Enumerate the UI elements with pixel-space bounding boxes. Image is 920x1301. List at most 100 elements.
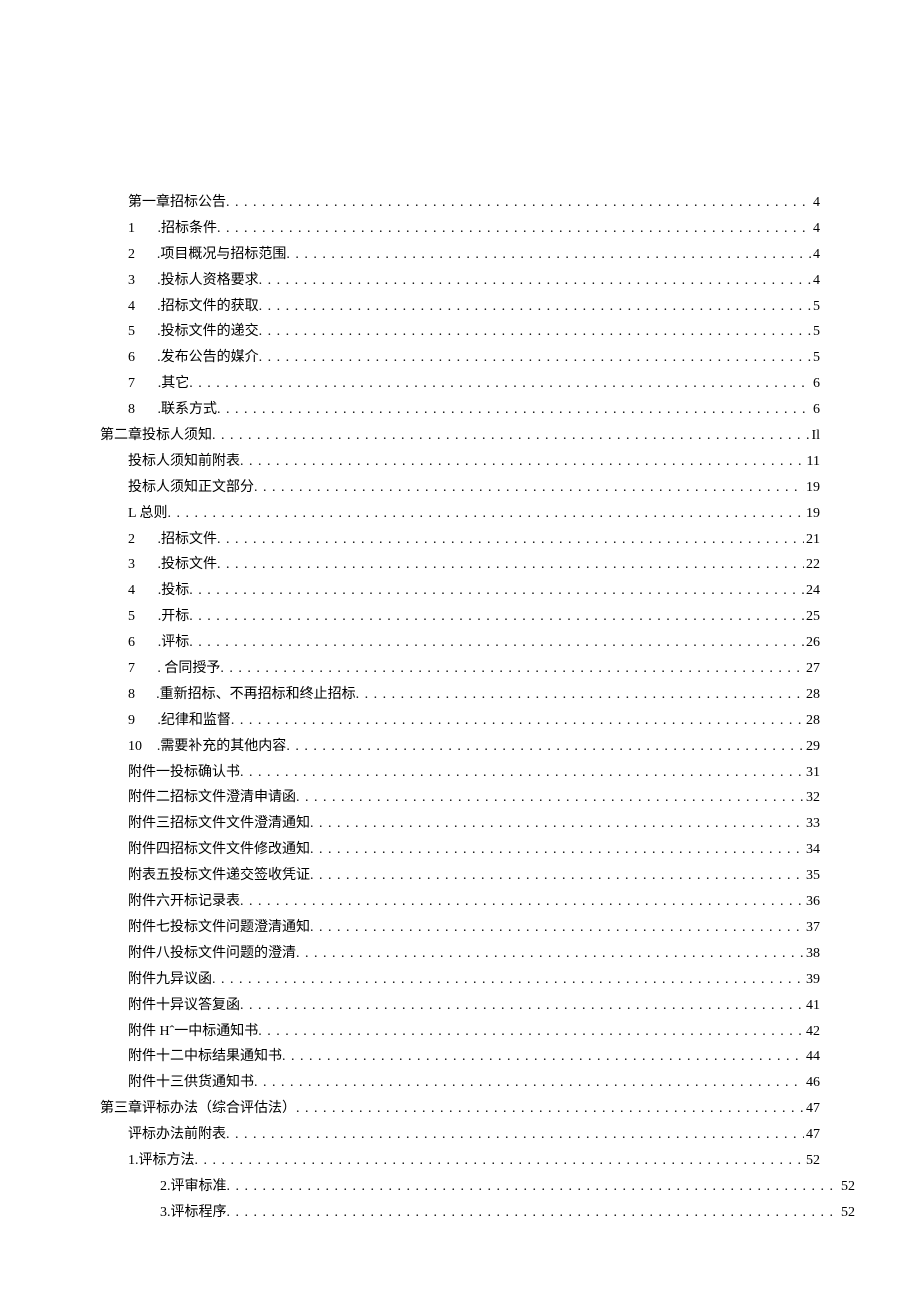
- toc-entry-label: . 合同授予: [157, 656, 220, 682]
- toc-entry: 2.招标文件21: [100, 527, 820, 553]
- toc-entry-page: 29: [804, 734, 820, 760]
- toc-entry-label: 评标办法前附表: [128, 1122, 226, 1148]
- toc-dots-leader: [254, 475, 804, 501]
- toc-entry-page: 47: [804, 1122, 820, 1148]
- toc-entry-label: .开标: [158, 604, 190, 630]
- toc-page: 第一章招标公告41.招标条件42.项目概况与招标范围43.投标人资格要求44.招…: [0, 0, 920, 1286]
- toc-dots-leader: [212, 967, 804, 993]
- toc-entry: 7. 合同授予 27: [100, 656, 820, 682]
- toc-entry-page: 47: [804, 1096, 820, 1122]
- toc-dots-leader: [195, 1148, 805, 1174]
- toc-entry-number: 10: [128, 734, 152, 760]
- toc-entry-page: 37: [804, 915, 820, 941]
- toc-entry-label: 附件十异议答复函: [128, 993, 240, 1019]
- toc-dots-leader: [259, 345, 811, 371]
- toc-entry-page: 5: [811, 319, 820, 345]
- toc-dots-leader: [240, 449, 805, 475]
- toc-entry: 附件一投标确认书31: [100, 760, 820, 786]
- toc-dots-leader: [282, 1044, 804, 1070]
- toc-entry-page: 36: [804, 889, 820, 915]
- toc-entry: 8.重新招标、不再招标和终止招标28: [100, 682, 820, 708]
- toc-entry-label: 附件四招标文件文件修改通知: [128, 837, 310, 863]
- toc-entry-page: 6: [811, 371, 820, 397]
- toc-entry-label: .纪律和监督: [157, 708, 231, 734]
- toc-entry-number: 3: [128, 552, 152, 578]
- toc-dots-leader: [258, 1019, 804, 1045]
- toc-entry: 7.其它 6: [100, 371, 820, 397]
- toc-entry-page: 52: [839, 1174, 855, 1200]
- toc-dots-leader: [231, 708, 804, 734]
- toc-entry-label: 1.评标方法: [128, 1148, 195, 1174]
- toc-entry: 附件八投标文件问题的澄清 38: [100, 941, 820, 967]
- toc-entry-label: 投标人须知前附表: [128, 449, 240, 475]
- toc-entry: 投标人须知正文部分19: [100, 475, 820, 501]
- toc-dots-leader: [227, 1174, 840, 1200]
- toc-entry-label: .投标文件的递交: [157, 319, 259, 345]
- toc-entry: 第一章招标公告4: [100, 190, 820, 216]
- toc-entry-page: 4: [811, 242, 820, 268]
- toc-entry: 附件六开标记录表36: [100, 889, 820, 915]
- toc-entry-number: 9: [128, 708, 152, 734]
- toc-dots-leader: [189, 604, 804, 630]
- toc-entry-page: 52: [839, 1200, 855, 1226]
- toc-entry-page: 38: [804, 941, 820, 967]
- toc-entry-page: Il: [809, 423, 820, 449]
- toc-dots-leader: [296, 1096, 804, 1122]
- toc-entry: 1.评标方法 52: [100, 1148, 820, 1174]
- toc-entry-label: 附件七投标文件问题澄清通知: [128, 915, 310, 941]
- toc-entry-page: 41: [804, 993, 820, 1019]
- toc-entry-page: 33: [804, 811, 820, 837]
- toc-entry: 3.评标程序52: [100, 1200, 855, 1226]
- toc-dots-leader: [296, 785, 804, 811]
- toc-dots-leader: [240, 889, 804, 915]
- toc-entry-label: 第三章评标办法（综合评估法）: [100, 1096, 296, 1122]
- toc-entry-page: 27: [804, 656, 820, 682]
- toc-entry-page: 39: [804, 967, 820, 993]
- toc-entry-number: 6: [128, 630, 152, 656]
- toc-entry-label: .其它: [158, 371, 190, 397]
- table-of-contents: 第一章招标公告41.招标条件42.项目概况与招标范围43.投标人资格要求44.招…: [100, 190, 820, 1226]
- toc-entry-page: 32: [804, 785, 820, 811]
- toc-entry-label: 附件二招标文件澄清申请函: [128, 785, 296, 811]
- toc-dots-leader: [356, 682, 804, 708]
- toc-entry: 附件二招标文件澄清申请函 32: [100, 785, 820, 811]
- toc-entry-label: 附件十三供货通知书: [128, 1070, 254, 1096]
- toc-entry-label: 附件三招标文件文件澄清通知: [128, 811, 310, 837]
- toc-entry: 4.招标文件的获取5: [100, 294, 820, 320]
- toc-entry-page: 52: [804, 1148, 820, 1174]
- toc-dots-leader: [296, 941, 804, 967]
- toc-dots-leader: [286, 242, 811, 268]
- toc-entry: 附件三招标文件文件澄清通知 33: [100, 811, 820, 837]
- toc-entry: 投标人须知前附表11: [100, 449, 820, 475]
- toc-entry-label: L 总则: [128, 501, 168, 527]
- toc-entry-label: 附件八投标文件问题的澄清: [128, 941, 296, 967]
- toc-dots-leader: [226, 190, 811, 216]
- toc-entry-page: 25: [804, 604, 820, 630]
- toc-entry-page: 19: [804, 475, 820, 501]
- toc-entry: 3.投标文件22: [100, 552, 820, 578]
- toc-dots-leader: [217, 552, 804, 578]
- toc-dots-leader: [286, 734, 804, 760]
- toc-dots-leader: [189, 630, 804, 656]
- toc-dots-leader: [259, 319, 811, 345]
- toc-entry-label: .招标文件: [157, 527, 217, 553]
- toc-entry-label: .评标: [158, 630, 190, 656]
- toc-entry-label: 第二章投标人须知: [100, 423, 212, 449]
- toc-dots-leader: [217, 397, 811, 423]
- toc-entry-number: 7: [128, 371, 152, 397]
- toc-entry-page: 34: [804, 837, 820, 863]
- toc-entry-page: 5: [811, 294, 820, 320]
- toc-dots-leader: [310, 915, 804, 941]
- toc-dots-leader: [226, 1122, 804, 1148]
- toc-entry: 附件十异议答复函 41: [100, 993, 820, 1019]
- toc-entry-number: 7: [128, 656, 152, 682]
- toc-entry: 10.需要补充的其他内容29: [100, 734, 820, 760]
- toc-entry-page: 46: [804, 1070, 820, 1096]
- toc-entry-number: 6: [128, 345, 152, 371]
- toc-entry-number: 8: [128, 682, 152, 708]
- toc-entry: 附件九异议函39: [100, 967, 820, 993]
- toc-entry: 8.联系方式6: [100, 397, 820, 423]
- toc-entry: 1.招标条件4: [100, 216, 820, 242]
- toc-entry-label: .重新招标、不再招标和终止招标: [156, 682, 356, 708]
- toc-entry: 9.纪律和监督28: [100, 708, 820, 734]
